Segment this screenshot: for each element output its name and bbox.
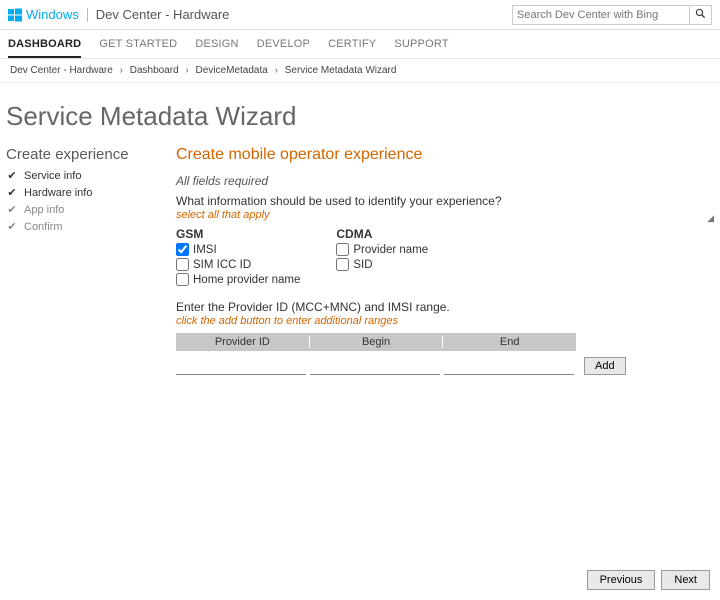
wizard-sidebar: Create experience ✔ Service info ✔ Hardw… — [6, 146, 176, 375]
section-title: Create mobile operator experience — [176, 146, 704, 164]
check-icon: ✔ — [6, 169, 18, 182]
checkbox-label: SIM ICC ID — [193, 259, 251, 271]
windows-icon — [8, 8, 22, 22]
tab-get-started[interactable]: GET STARTED — [99, 38, 177, 58]
tab-dashboard[interactable]: DASHBOARD — [8, 38, 81, 58]
step-label: Hardware info — [24, 187, 92, 199]
windows-logo[interactable]: Windows — [8, 7, 79, 22]
identify-question: What information should be used to ident… — [176, 194, 704, 208]
checkbox-label: Home provider name — [193, 274, 300, 286]
top-header: Windows Dev Center - Hardware — [0, 0, 720, 30]
chevron-right-icon: › — [185, 65, 188, 76]
checkbox-input[interactable] — [336, 258, 349, 271]
provider-question: Enter the Provider ID (MCC+MNC) and IMSI… — [176, 300, 704, 314]
step-label: Confirm — [24, 221, 63, 233]
checkbox-provider-name[interactable]: Provider name — [336, 243, 428, 256]
breadcrumb: Dev Center - Hardware › Dashboard › Devi… — [0, 59, 720, 83]
checkbox-home-provider-name[interactable]: Home provider name — [176, 273, 300, 286]
step-confirm[interactable]: ✔ Confirm — [6, 218, 170, 235]
next-button[interactable]: Next — [661, 570, 710, 590]
tab-certify[interactable]: CERTIFY — [328, 38, 376, 58]
tab-design[interactable]: DESIGN — [195, 38, 238, 58]
wizard-footer: Previous Next — [587, 570, 710, 590]
crumb-current: Service Metadata Wizard — [285, 65, 397, 76]
range-input-row: Add — [176, 357, 704, 375]
checkbox-sid[interactable]: SID — [336, 258, 428, 271]
tab-develop[interactable]: DEVELOP — [257, 38, 310, 58]
end-input[interactable] — [444, 358, 574, 375]
required-note: All fields required — [176, 174, 704, 188]
select-all-hint: select all that apply — [176, 209, 704, 221]
search-box[interactable] — [512, 5, 712, 25]
cdma-title: CDMA — [336, 227, 428, 241]
step-label: Service info — [24, 170, 81, 182]
gsm-column: GSM IMSI SIM ICC ID Home provider name — [176, 227, 300, 288]
checkbox-label: IMSI — [193, 244, 217, 256]
tab-support[interactable]: SUPPORT — [394, 38, 448, 58]
chevron-right-icon: › — [275, 65, 278, 76]
search-icon[interactable] — [689, 6, 711, 24]
provider-id-input[interactable] — [176, 358, 306, 375]
header-divider — [87, 8, 88, 22]
main-area: Create experience ✔ Service info ✔ Hardw… — [0, 146, 720, 375]
site-name: Dev Center - Hardware — [96, 7, 230, 22]
search-input[interactable] — [513, 9, 689, 21]
check-icon: ✔ — [6, 186, 18, 199]
checkbox-label: Provider name — [353, 244, 428, 256]
col-begin: Begin — [310, 336, 444, 348]
range-hint: click the add button to enter additional… — [176, 315, 704, 327]
begin-input[interactable] — [310, 358, 440, 375]
checkbox-input[interactable] — [176, 273, 189, 286]
col-provider-id: Provider ID — [176, 336, 310, 348]
checkbox-sim-icc-id[interactable]: SIM ICC ID — [176, 258, 300, 271]
step-label: App info — [24, 204, 64, 216]
previous-button[interactable]: Previous — [587, 570, 656, 590]
range-table-header: Provider ID Begin End — [176, 333, 576, 351]
col-end: End — [443, 336, 576, 348]
check-icon: ✔ — [6, 203, 18, 216]
checkbox-input[interactable] — [176, 258, 189, 271]
checkbox-input[interactable] — [176, 243, 189, 256]
checkbox-input[interactable] — [336, 243, 349, 256]
crumb-dev-center[interactable]: Dev Center - Hardware — [10, 65, 113, 76]
step-service-info[interactable]: ✔ Service info — [6, 167, 170, 184]
page-title: Service Metadata Wizard — [0, 83, 720, 146]
windows-label: Windows — [26, 7, 79, 22]
cdma-column: CDMA Provider name SID — [336, 227, 428, 288]
wizard-content: Create mobile operator experience All fi… — [176, 146, 714, 375]
checkbox-label: SID — [353, 259, 372, 271]
add-button[interactable]: Add — [584, 357, 626, 375]
identifier-options: GSM IMSI SIM ICC ID Home provider name C… — [176, 227, 704, 288]
step-app-info[interactable]: ✔ App info — [6, 201, 170, 218]
crumb-devicemetadata[interactable]: DeviceMetadata — [196, 65, 268, 76]
crumb-dashboard[interactable]: Dashboard — [130, 65, 179, 76]
gsm-title: GSM — [176, 227, 300, 241]
step-hardware-info[interactable]: ✔ Hardware info — [6, 184, 170, 201]
primary-nav: DASHBOARD GET STARTED DESIGN DEVELOP CER… — [0, 30, 720, 59]
check-icon: ✔ — [6, 220, 18, 233]
checkbox-imsi[interactable]: IMSI — [176, 243, 300, 256]
sidebar-title: Create experience — [6, 146, 170, 163]
collapse-indicator-icon: ◢ — [707, 213, 714, 224]
chevron-right-icon: › — [120, 65, 123, 76]
